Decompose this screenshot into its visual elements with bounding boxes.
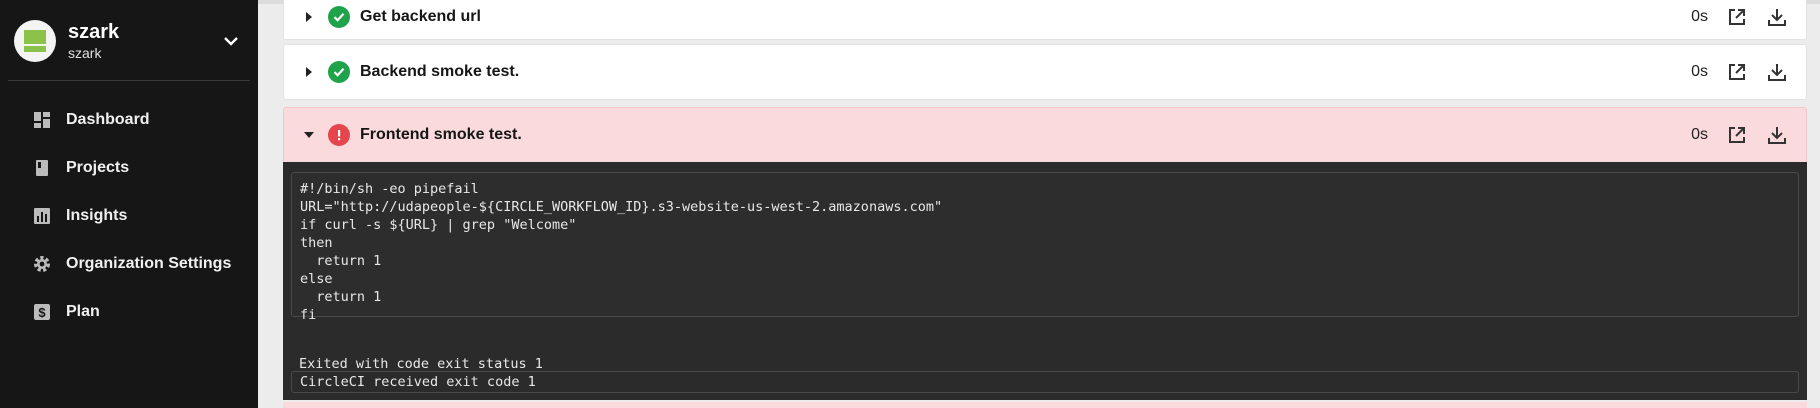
received-exit-code: CircleCI received exit code 1 [291,371,1799,393]
code-line: return 1 [300,289,382,305]
sidebar-item-projects[interactable]: Projects [0,148,258,188]
caret-right-icon[interactable] [304,12,314,22]
sidebar-item-organization-settings[interactable]: Organization Settings [0,244,258,284]
sidebar-item-label: Dashboard [66,111,150,128]
command-block: #!/bin/sh -eo pipefail URL="http://udape… [291,172,1799,323]
svg-text:$: $ [38,305,46,320]
step-title: Frontend smoke test. [360,126,522,143]
caret-right-icon[interactable] [304,67,314,77]
download-icon[interactable] [1766,124,1788,146]
code-line: else [300,271,333,287]
code-line: #!/bin/sh -eo pipefail [300,181,479,197]
code-line: fi [300,307,317,323]
external-link-icon[interactable] [1726,124,1748,146]
code-line: return 1 [300,253,382,269]
sidebar: szark szark Dashboard Projects Insights … [0,0,258,408]
dashboard-icon [32,110,52,130]
step-row[interactable]: Get backend url 0s [283,0,1807,40]
download-icon[interactable] [1766,6,1788,28]
sidebar-item-plan[interactable]: $ Plan [0,292,258,332]
sidebar-item-label: Organization Settings [66,255,232,272]
code-line: URL="http://udapeople-${CIRCLE_WORKFLOW_… [300,199,943,215]
book-icon [32,158,52,178]
code-line: if curl -s ${URL} | grep "Welcome" [300,217,577,233]
external-link-icon[interactable] [1726,6,1748,28]
caret-down-icon[interactable] [304,130,314,140]
step-duration: 0s [1691,126,1708,143]
chevron-down-icon[interactable] [222,32,240,55]
external-link-icon[interactable] [1726,61,1748,83]
job-steps-panel: Get backend url 0s Backend smoke test. 0… [258,0,1820,408]
step-duration: 0s [1691,63,1708,80]
next-step-edge [283,402,1807,408]
org-switcher[interactable]: szark szark [8,10,250,72]
org-subtitle: szark [68,44,102,61]
error-icon [328,124,350,146]
step-title: Backend smoke test. [360,63,520,80]
code-line: then [300,235,333,251]
success-check-icon [328,61,350,83]
sidebar-item-label: Plan [66,303,100,320]
sidebar-divider [8,80,250,81]
sidebar-item-dashboard[interactable]: Dashboard [0,100,258,140]
org-name: szark [68,20,120,43]
step-duration: 0s [1691,8,1708,25]
success-check-icon [328,6,350,28]
org-avatar [14,20,56,62]
download-icon[interactable] [1766,61,1788,83]
sidebar-item-label: Insights [66,207,128,224]
step-row[interactable]: Backend smoke test. 0s [283,44,1807,100]
step-output: #!/bin/sh -eo pipefail URL="http://udape… [283,162,1807,400]
bar-chart-icon [32,206,52,226]
sidebar-item-insights[interactable]: Insights [0,196,258,236]
dollar-icon: $ [32,302,52,322]
gear-icon [32,254,52,274]
step-title: Get backend url [360,8,481,25]
step-row-failed[interactable]: Frontend smoke test. 0s [283,107,1807,163]
sidebar-item-label: Projects [66,159,130,176]
